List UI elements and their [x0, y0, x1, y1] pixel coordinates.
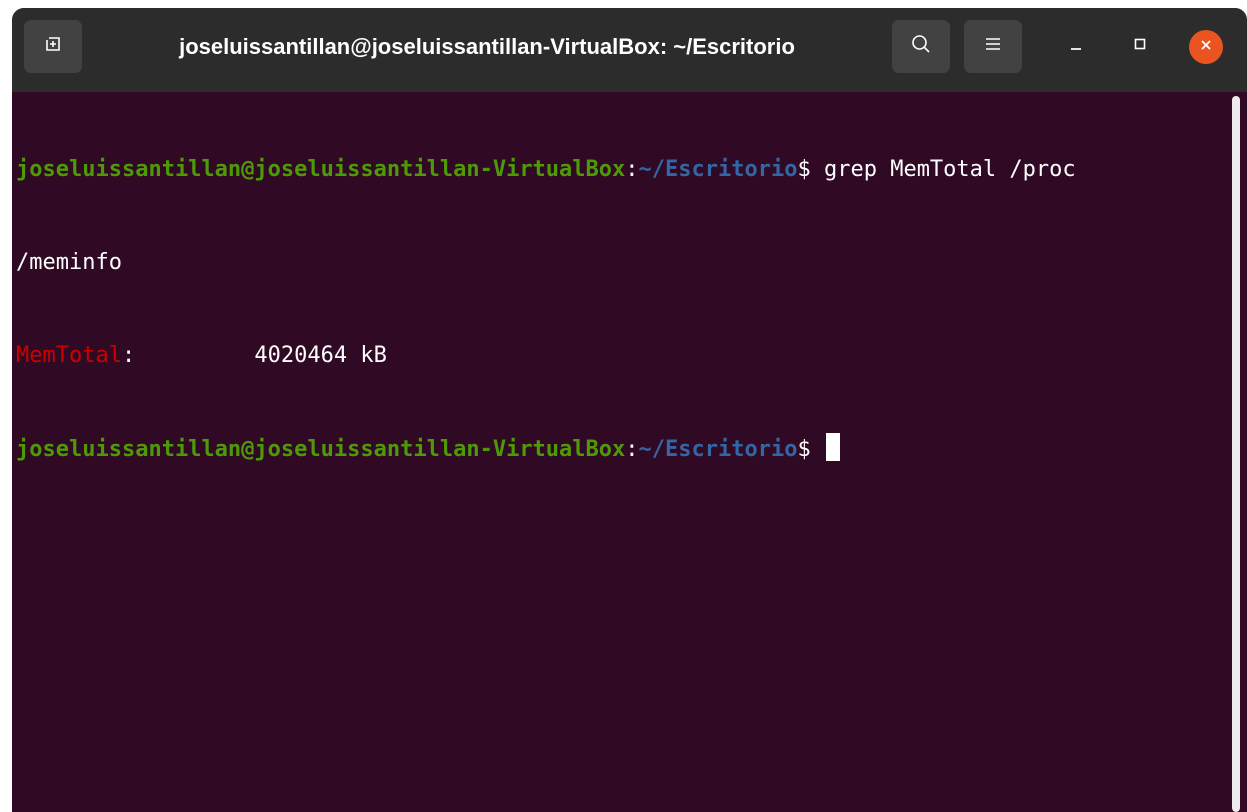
minimize-icon: [1069, 37, 1083, 56]
command-text-wrapped: /meminfo: [16, 250, 122, 275]
prompt-user-host: joseluissantillan@joseluissantillan-Virt…: [16, 157, 626, 182]
hamburger-menu-icon: [984, 36, 1002, 57]
prompt-path: ~/Escritorio: [638, 157, 798, 182]
output-value: : 4020464 kB: [121, 343, 387, 368]
prompt-separator: :: [625, 437, 639, 462]
prompt-separator: :: [625, 157, 639, 182]
title-bar[interactable]: joseluissantillan@joseluissantillan-Virt…: [12, 8, 1247, 92]
search-icon: [910, 33, 932, 60]
close-button[interactable]: [1189, 30, 1223, 64]
terminal-line: joseluissantillan@joseluissantillan-Virt…: [16, 154, 1226, 185]
new-tab-button[interactable]: [24, 20, 82, 73]
search-button[interactable]: [892, 20, 950, 73]
terminal-window: joseluissantillan@joseluissantillan-Virt…: [12, 8, 1247, 812]
scrollbar[interactable]: [1232, 96, 1240, 812]
prompt-path: ~/Escritorio: [638, 437, 798, 462]
command-text: $ grep MemTotal /proc: [797, 157, 1076, 182]
terminal-line: MemTotal: 4020464 kB: [16, 340, 1226, 371]
prompt-symbol: $: [797, 437, 824, 462]
new-tab-icon: [44, 35, 62, 58]
terminal-line: /meminfo: [16, 247, 1226, 278]
terminal-line: joseluissantillan@joseluissantillan-Virt…: [16, 433, 1226, 464]
window-title: joseluissantillan@joseluissantillan-Virt…: [179, 34, 795, 59]
menu-button[interactable]: [964, 20, 1022, 73]
maximize-icon: [1133, 37, 1147, 56]
maximize-button[interactable]: [1122, 28, 1158, 64]
close-icon: [1199, 38, 1213, 57]
minimize-button[interactable]: [1058, 28, 1094, 64]
prompt-user-host: joseluissantillan@joseluissantillan-Virt…: [16, 437, 626, 462]
terminal-output[interactable]: joseluissantillan@joseluissantillan-Virt…: [16, 92, 1226, 812]
text-cursor: [825, 433, 840, 461]
output-match-key: MemTotal: [16, 343, 122, 368]
